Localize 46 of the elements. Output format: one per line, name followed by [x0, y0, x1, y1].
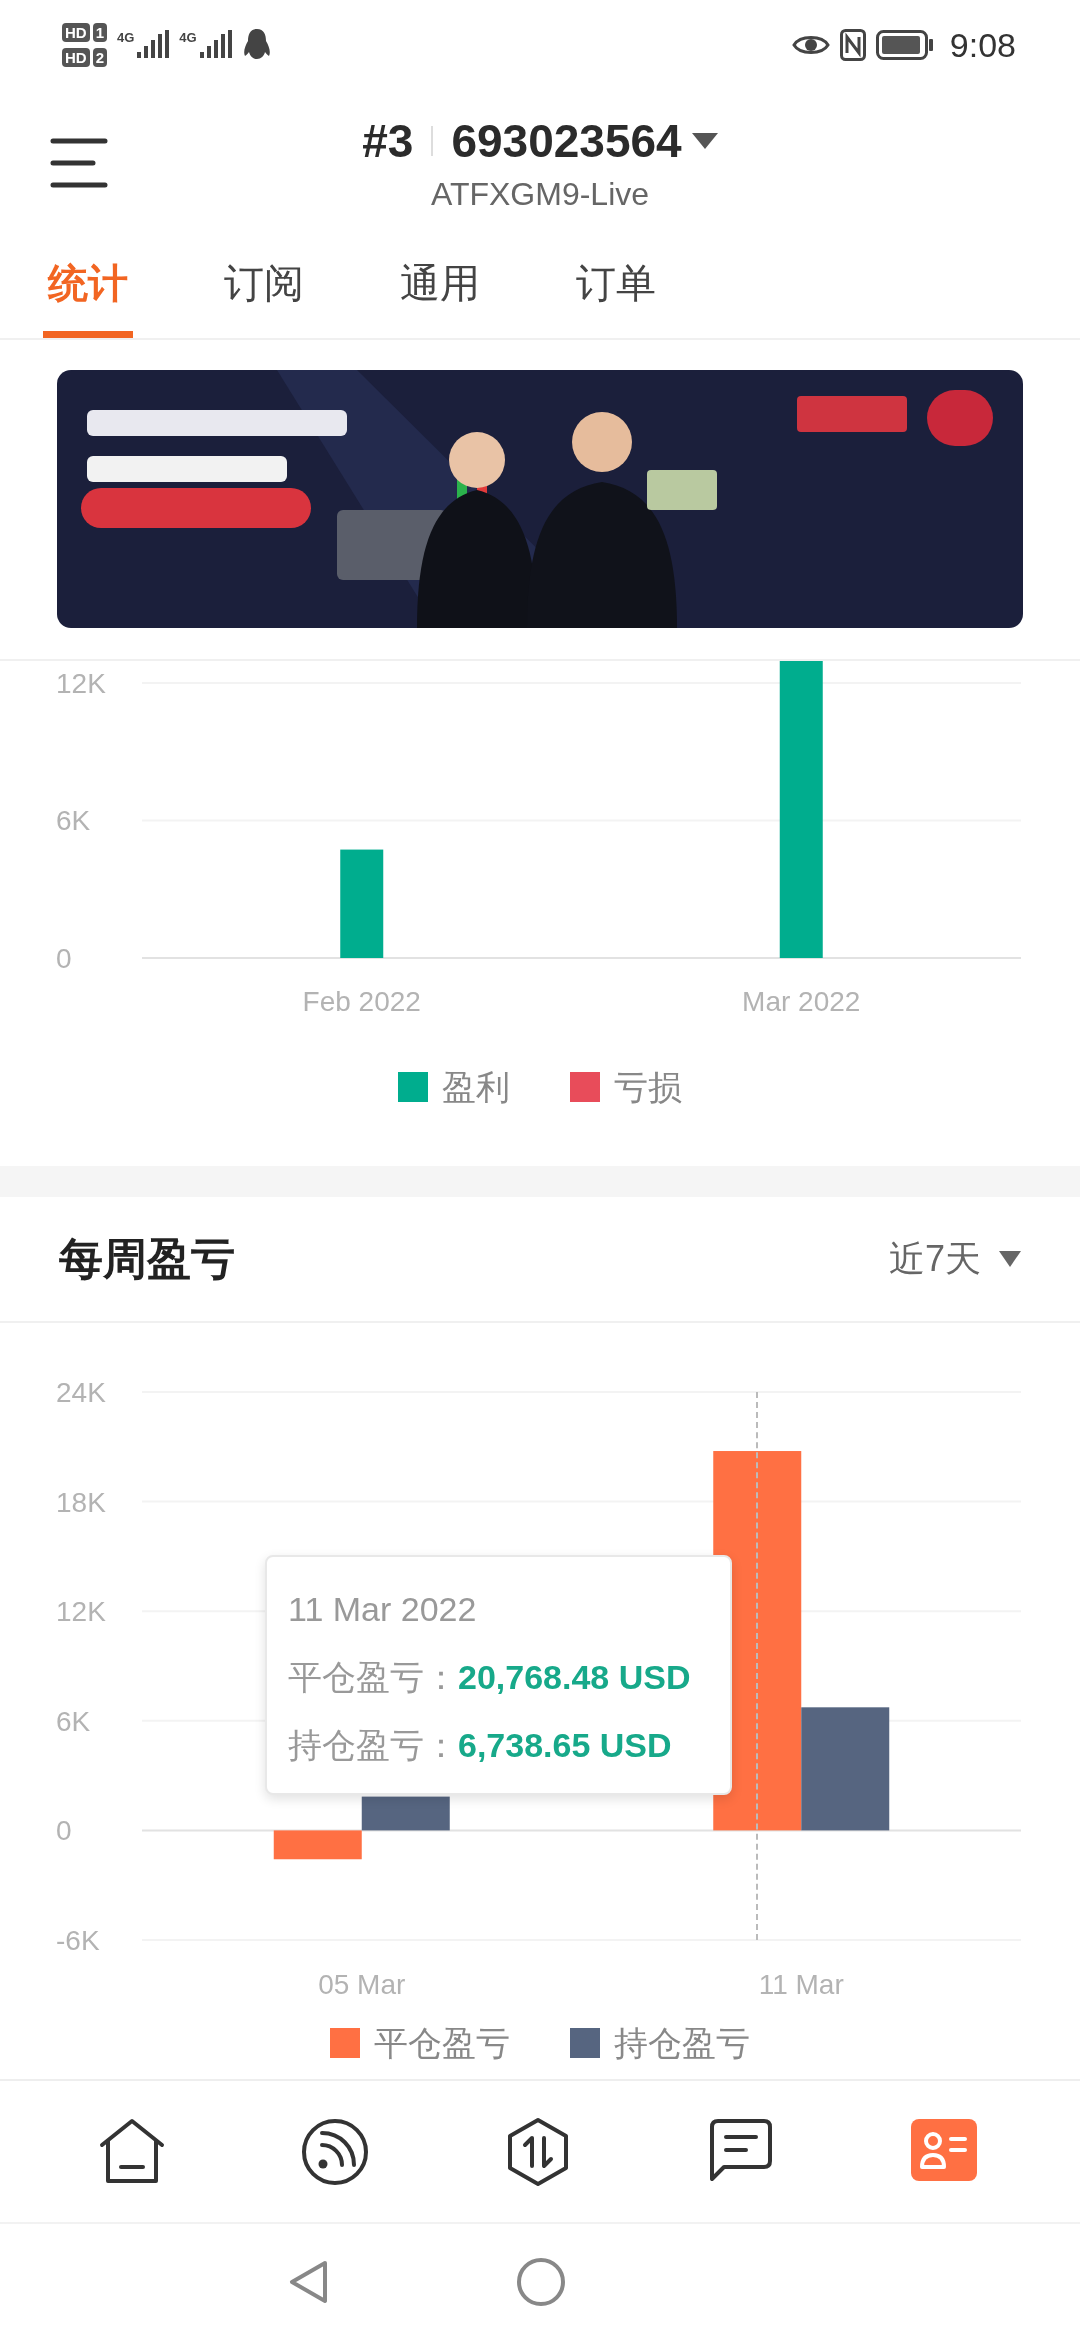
home-icon[interactable]: [516, 2257, 566, 2307]
axis-label: 12K: [56, 1596, 106, 1628]
tooltip-title: 11 Mar 2022: [288, 1589, 478, 1630]
axis-label: 18K: [56, 1486, 106, 1518]
axis-label: -6K: [56, 1925, 100, 1956]
tooltip-label: 持仓盈亏：: [288, 1725, 458, 1766]
axis-label: 11 Mar: [758, 1969, 844, 2000]
sim-label: HD: [62, 48, 90, 67]
caret-icon: [691, 132, 718, 149]
sim-slot: 1: [92, 23, 107, 42]
section-title: 每周盈亏: [59, 1232, 235, 1285]
axis-label: Feb 2022: [302, 986, 421, 1017]
sim-label: HD: [62, 23, 90, 42]
axis-label: 0: [56, 943, 72, 974]
axis-label: 6K: [56, 1705, 91, 1737]
legend-label: 盈利: [442, 1069, 510, 1105]
network-label: 4G: [117, 30, 135, 45]
tab[interactable]: 订单: [571, 235, 661, 338]
rss-icon: [299, 2116, 370, 2187]
tooltip-value: 20,768.48 USD: [458, 1657, 691, 1698]
nfc-icon: [839, 29, 866, 61]
legend-label: 持仓盈亏: [614, 2025, 750, 2061]
tooltip-value: 6,738.65 USD: [458, 1725, 672, 1766]
tab[interactable]: 通用: [395, 235, 485, 338]
axis-label: Mar 2022: [742, 986, 861, 1017]
axis-label: 6K: [56, 805, 91, 837]
battery-icon: [875, 30, 934, 60]
feed-tab[interactable]: [299, 2116, 370, 2187]
tab[interactable]: 订阅: [219, 235, 309, 338]
account-selector[interactable]: #3 693023564: [362, 114, 718, 167]
legend-label: 亏损: [614, 1069, 682, 1105]
tooltip-label: 平仓盈亏：: [288, 1657, 458, 1698]
signal-icon: [197, 30, 232, 60]
legend-label: 平仓盈亏: [374, 2025, 510, 2061]
axis-label: 24K: [56, 1377, 106, 1408]
axis-label: 12K: [56, 667, 106, 699]
axis-label: 05 Mar: [318, 1969, 406, 2000]
caret-icon: [999, 1251, 1021, 1267]
signal-icon: [135, 30, 170, 60]
axis-label: 0: [56, 1815, 72, 1847]
network-label: 4G: [179, 30, 197, 45]
server-name: ATFXGM9-Live: [430, 174, 650, 213]
penguin-icon: [241, 28, 272, 62]
clock: 9:08: [949, 25, 1016, 65]
period-dropdown[interactable]: 近7天: [888, 1234, 1021, 1284]
sim-slot: 2: [92, 48, 107, 67]
